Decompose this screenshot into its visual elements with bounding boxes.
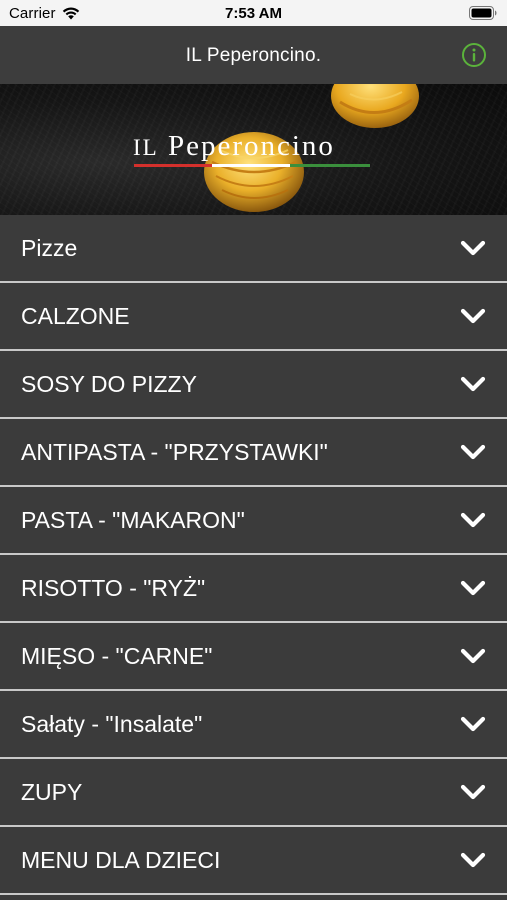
chevron-down-icon[interactable] [460, 715, 486, 733]
chevron-down-icon[interactable] [460, 579, 486, 597]
restaurant-logo: IL Peperoncino [133, 130, 335, 162]
menu-category-label: SOSY DO PIZZY [21, 371, 197, 397]
navigation-bar: IL Peperoncino. [0, 26, 507, 84]
chevron-down-icon[interactable] [460, 511, 486, 529]
page-title: IL Peperoncino. [185, 45, 322, 66]
chevron-down-icon[interactable] [460, 647, 486, 665]
menu-category-row[interactable]: ZUPY [0, 759, 507, 827]
menu-category-list: Pizze CALZONE SOSY DO PIZZY ANTIPASTA - "PR… [0, 215, 507, 895]
chevron-down-icon[interactable] [460, 443, 486, 461]
menu-category-label: ZUPY [21, 779, 83, 805]
menu-category-row[interactable]: MENU DLA DZIECI [0, 827, 507, 895]
menu-category-row[interactable]: SOSY DO PIZZY [0, 351, 507, 419]
italian-flag-stripe [134, 164, 370, 167]
menu-category-label: Pizze [21, 235, 78, 261]
menu-category-row[interactable]: Pizze [0, 215, 507, 283]
clock: 7:53 AM [225, 5, 282, 22]
menu-category-label: ANTIPASTA - "PRZYSTAWKI" [21, 439, 328, 465]
chevron-down-icon[interactable] [460, 307, 486, 325]
info-icon[interactable] [461, 42, 487, 68]
menu-category-label: MIĘSO - "CARNE" [21, 643, 213, 669]
menu-category-label: RISOTTO - "RYŻ" [21, 575, 206, 601]
chevron-down-icon[interactable] [460, 239, 486, 257]
menu-category-label: Sałaty - "Insalate" [21, 711, 203, 737]
pasta-image [331, 84, 419, 128]
menu-category-row[interactable]: PASTA - "MAKARON" [0, 487, 507, 555]
menu-category-row[interactable]: RISOTTO - "RYŻ" [0, 555, 507, 623]
menu-category-label: PASTA - "MAKARON" [21, 507, 245, 533]
chevron-down-icon[interactable] [460, 375, 486, 393]
menu-category-row[interactable]: Sałaty - "Insalate" [0, 691, 507, 759]
menu-category-label: CALZONE [21, 303, 130, 329]
menu-category-label: MENU DLA DZIECI [21, 847, 221, 873]
battery-icon [469, 6, 497, 20]
chevron-down-icon[interactable] [460, 783, 486, 801]
menu-category-row[interactable]: MIĘSO - "CARNE" [0, 623, 507, 691]
restaurant-banner: IL Peperoncino [0, 84, 507, 215]
status-bar: Carrier 7:53 AM [0, 0, 507, 26]
menu-category-row[interactable]: ANTIPASTA - "PRZYSTAWKI" [0, 419, 507, 487]
chevron-down-icon[interactable] [460, 851, 486, 869]
menu-category-row[interactable]: CALZONE [0, 283, 507, 351]
